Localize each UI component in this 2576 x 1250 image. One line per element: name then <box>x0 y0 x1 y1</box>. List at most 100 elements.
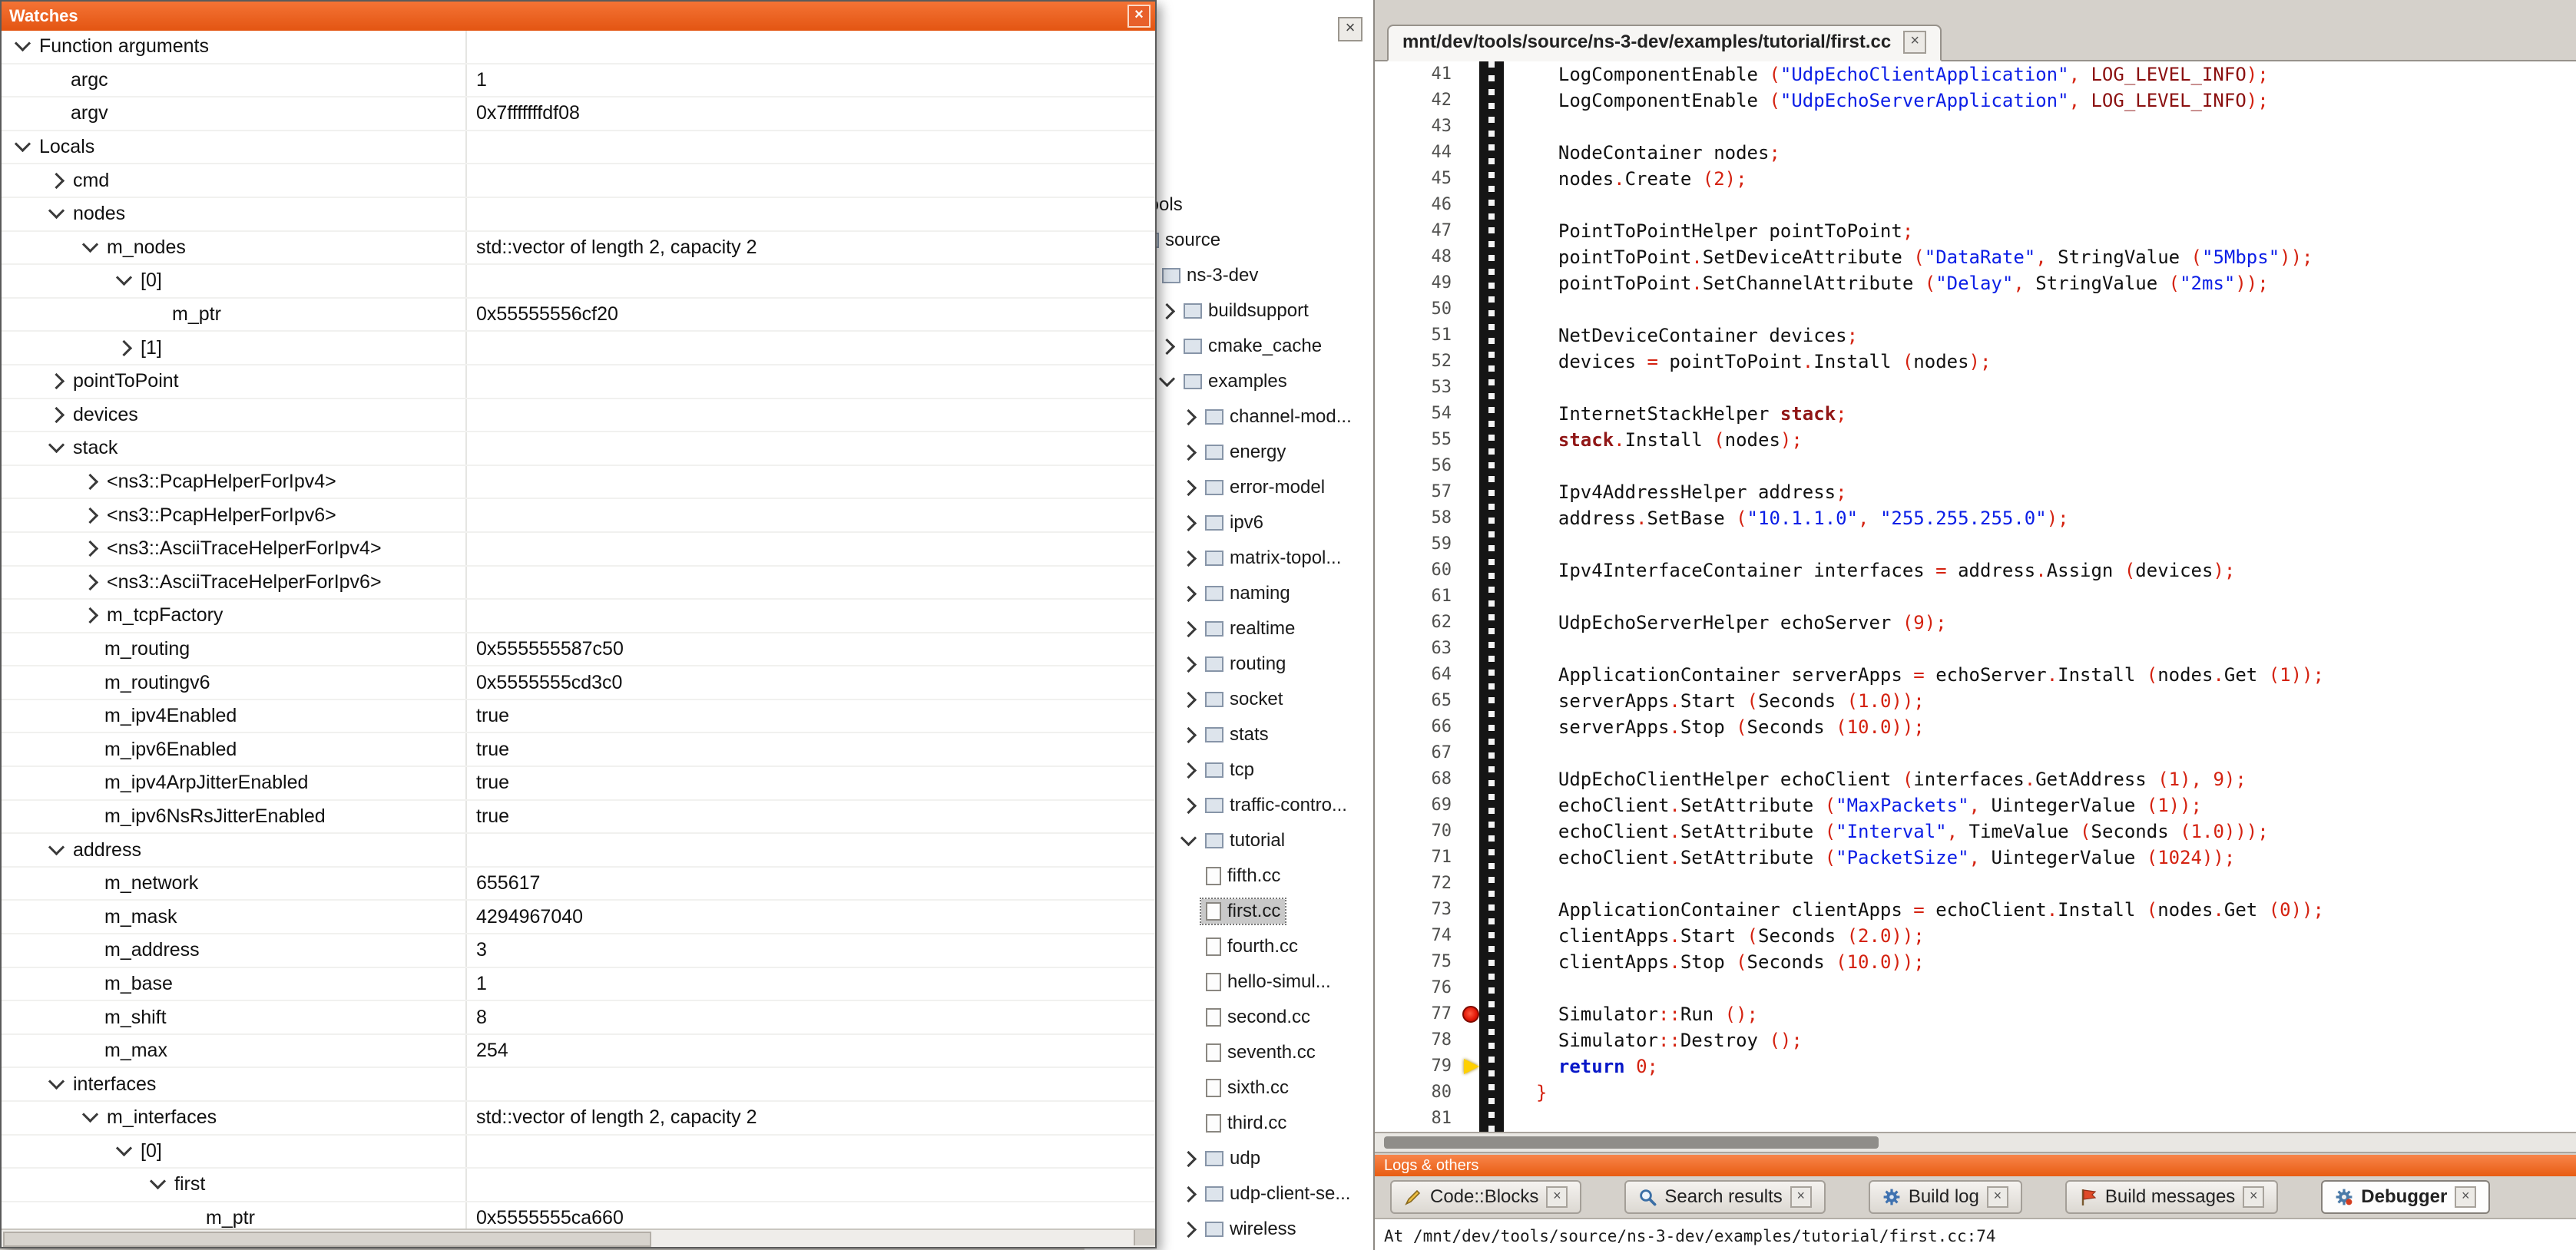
marker-margin[interactable] <box>1461 166 1482 192</box>
close-icon[interactable] <box>1790 1186 1812 1208</box>
code-line[interactable]: 46 <box>1375 192 2576 218</box>
close-icon[interactable] <box>1987 1186 2008 1208</box>
code-line[interactable]: 79 return 0; <box>1375 1053 2576 1080</box>
code-line[interactable]: 63 <box>1375 636 2576 662</box>
code-line[interactable]: 70 echoClient.SetAttribute ("Interval", … <box>1375 818 2576 845</box>
code-line[interactable]: 66 serverApps.Stop (Seconds (10.0)); <box>1375 714 2576 740</box>
watch-row[interactable]: m_interfacesstd::vector of length 2, cap… <box>2 1102 1155 1136</box>
code-line[interactable]: 52 devices = pointToPoint.Install (nodes… <box>1375 349 2576 375</box>
expand-icon[interactable] <box>82 607 98 623</box>
tab-build-log[interactable]: Build log <box>1869 1180 2022 1214</box>
collapse-icon[interactable] <box>48 203 65 219</box>
expand-icon[interactable] <box>1180 726 1197 742</box>
code-line[interactable]: 64 ApplicationContainer serverApps = ech… <box>1375 662 2576 688</box>
code-line[interactable]: 78 Simulator::Destroy (); <box>1375 1027 2576 1053</box>
marker-margin[interactable] <box>1461 845 1482 871</box>
watch-row[interactable]: [0] <box>2 1136 1155 1169</box>
marker-margin[interactable] <box>1461 88 1482 114</box>
marker-margin[interactable] <box>1461 975 1482 1001</box>
code-line[interactable]: 72 <box>1375 871 2576 897</box>
code-line[interactable]: 81 <box>1375 1106 2576 1132</box>
editor-tab-first-cc[interactable]: mnt/dev/tools/source/ns-3-dev/examples/t… <box>1387 25 1942 61</box>
code-line[interactable]: 41 LogComponentEnable ("UdpEchoClientApp… <box>1375 61 2576 88</box>
watch-row[interactable]: m_max254 <box>2 1035 1155 1069</box>
watch-row[interactable]: argv0x7fffffffdf08 <box>2 98 1155 131</box>
marker-margin[interactable] <box>1461 296 1482 322</box>
watch-row[interactable]: <ns3::PcapHelperForIpv4> <box>2 466 1155 500</box>
watch-row[interactable]: m_nodesstd::vector of length 2, capacity… <box>2 232 1155 266</box>
marker-margin[interactable] <box>1461 114 1482 140</box>
expand-icon[interactable] <box>1180 444 1197 460</box>
marker-margin[interactable] <box>1461 453 1482 479</box>
code-line[interactable]: 71 echoClient.SetAttribute ("PacketSize"… <box>1375 845 2576 871</box>
expand-icon[interactable] <box>1180 762 1197 778</box>
current-line-arrow[interactable] <box>1461 1053 1482 1080</box>
code-line[interactable]: 76 <box>1375 975 2576 1001</box>
marker-margin[interactable] <box>1461 531 1482 557</box>
watch-row[interactable]: [0] <box>2 265 1155 299</box>
watch-row[interactable]: cmd <box>2 164 1155 198</box>
expand-icon[interactable] <box>1180 656 1197 672</box>
expand-icon[interactable] <box>82 508 98 524</box>
marker-margin[interactable] <box>1461 505 1482 531</box>
code-line[interactable]: 77 Simulator::Run (); <box>1375 1001 2576 1027</box>
collapse-icon[interactable] <box>116 270 132 286</box>
tab-debugger[interactable]: Debugger <box>2321 1180 2490 1214</box>
collapse-icon[interactable] <box>150 1173 166 1189</box>
code-line[interactable]: 43 <box>1375 114 2576 140</box>
marker-margin[interactable] <box>1461 270 1482 296</box>
marker-margin[interactable] <box>1461 218 1482 244</box>
watch-row[interactable]: <ns3::AsciiTraceHelperForIpv4> <box>2 533 1155 567</box>
watch-row[interactable]: m_ipv6Enabledtrue <box>2 733 1155 767</box>
collapse-icon[interactable] <box>48 1073 65 1090</box>
marker-margin[interactable] <box>1461 349 1482 375</box>
marker-margin[interactable] <box>1461 322 1482 349</box>
code-line[interactable]: 47 PointToPointHelper pointToPoint; <box>1375 218 2576 244</box>
code-line[interactable]: 59 <box>1375 531 2576 557</box>
expand-icon[interactable] <box>1180 620 1197 637</box>
close-icon[interactable] <box>1127 5 1151 28</box>
watch-row[interactable]: m_base1 <box>2 968 1155 1002</box>
marker-margin[interactable] <box>1461 244 1482 270</box>
expand-icon[interactable] <box>1180 585 1197 601</box>
code-line[interactable]: 50 <box>1375 296 2576 322</box>
watch-row[interactable]: m_ipv6NsRsJitterEnabledtrue <box>2 801 1155 835</box>
marker-margin[interactable] <box>1461 427 1482 453</box>
marker-margin[interactable] <box>1461 818 1482 845</box>
breakpoint-margin[interactable] <box>1479 61 1504 1132</box>
marker-margin[interactable] <box>1461 192 1482 218</box>
expand-icon[interactable] <box>1180 550 1197 566</box>
watch-row[interactable]: m_shift8 <box>2 1001 1155 1035</box>
watch-row[interactable]: Function arguments <box>2 31 1155 64</box>
expand-icon[interactable] <box>48 373 65 389</box>
collapse-icon[interactable] <box>1180 829 1197 845</box>
expand-icon[interactable] <box>1180 514 1197 531</box>
code-line[interactable]: 68 UdpEchoClientHelper echoClient (inter… <box>1375 766 2576 792</box>
watches-titlebar[interactable]: Watches <box>2 2 1155 31</box>
code-line[interactable]: 45 nodes.Create (2); <box>1375 166 2576 192</box>
close-icon[interactable] <box>1903 31 1926 54</box>
expand-icon[interactable] <box>82 574 98 590</box>
watch-row[interactable]: stack <box>2 432 1155 466</box>
scrollbar-thumb[interactable] <box>3 1232 651 1247</box>
watch-row[interactable]: m_ptr0x55555556cf20 <box>2 299 1155 332</box>
watch-row[interactable]: m_ptr0x5555555ca660 <box>2 1202 1155 1230</box>
logs-header[interactable]: Logs & others <box>1375 1155 2576 1176</box>
close-icon[interactable] <box>2455 1186 2476 1208</box>
marker-margin[interactable] <box>1461 766 1482 792</box>
watch-row[interactable]: m_mask4294967040 <box>2 901 1155 934</box>
expand-icon[interactable] <box>82 474 98 490</box>
close-icon[interactable] <box>2243 1186 2264 1208</box>
code-line[interactable]: 56 <box>1375 453 2576 479</box>
marker-margin[interactable] <box>1461 1027 1482 1053</box>
expand-icon[interactable] <box>1159 338 1175 354</box>
expand-icon[interactable] <box>1180 1186 1197 1202</box>
code-area[interactable]: 41 LogComponentEnable ("UdpEchoClientApp… <box>1375 61 2576 1132</box>
code-line[interactable]: 57 Ipv4AddressHelper address; <box>1375 479 2576 505</box>
expand-icon[interactable] <box>82 541 98 557</box>
marker-margin[interactable] <box>1461 584 1482 610</box>
watch-row[interactable]: pointToPoint <box>2 365 1155 399</box>
marker-margin[interactable] <box>1461 557 1482 584</box>
close-icon[interactable] <box>1546 1186 1568 1208</box>
watches-hscrollbar[interactable] <box>2 1229 1155 1247</box>
